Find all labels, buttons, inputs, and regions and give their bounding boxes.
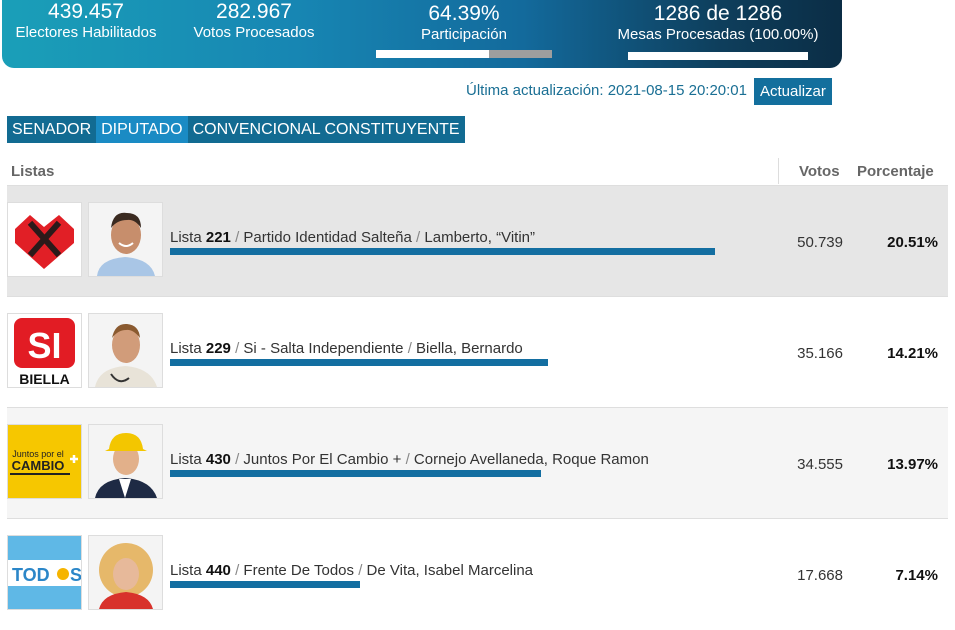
mesas-label: Mesas Procesadas (100.00%) <box>617 26 819 43</box>
participacion-progress-bar <box>376 50 552 58</box>
identidad-salteña-logo-icon <box>8 203 81 276</box>
tab-senador[interactable]: SENADOR <box>7 116 97 143</box>
candidate-portrait-icon <box>89 425 162 498</box>
party-name: Juntos Por El Cambio + <box>243 451 402 468</box>
header-porcentaje: Porcentaje <box>857 163 934 180</box>
candidate-portrait-icon <box>89 314 162 387</box>
frente-de-todos-logo-icon: TOD S <box>8 536 81 609</box>
table-row[interactable]: Juntos por el CAMBIO Lista 430 / Juntos … <box>7 407 948 519</box>
category-tabs: SENADOR DIPUTADO CONVENCIONAL CONSTITUYE… <box>7 116 465 143</box>
header-votos: Votos <box>799 163 840 180</box>
table-row[interactable]: SI BIELLA Lista 229 / Si - Salta Indepen… <box>7 296 948 408</box>
electores-value: 439.457 <box>48 0 124 23</box>
stat-electores: 439.457 Electores Habilitados <box>4 0 168 42</box>
separator: / <box>407 340 412 357</box>
logo-subtext: BIELLA <box>19 371 70 387</box>
vote-percent: 13.97% <box>887 456 938 473</box>
logo-subtext: CAMBIO <box>12 458 65 473</box>
table-row[interactable]: Lista 221 / Partido Identidad Salteña / … <box>7 185 948 297</box>
list-prefix: Lista <box>170 229 202 246</box>
table-row[interactable]: TOD S Lista 440 / Frente De Todos / De V… <box>7 518 948 630</box>
participacion-progress-fill <box>376 50 490 58</box>
mesas-progress-fill <box>628 52 808 60</box>
vote-percent: 7.14% <box>895 567 938 584</box>
si-biella-logo-icon: SI BIELLA <box>8 314 81 387</box>
tab-convencional-constituyente[interactable]: CONVENCIONAL CONSTITUYENTE <box>187 116 465 143</box>
party-logo <box>7 202 82 277</box>
header-listas: Listas <box>11 163 55 180</box>
separator: / <box>235 229 240 246</box>
list-description: Lista 440 / Frente De Todos / De Vita, I… <box>170 562 533 579</box>
separator: / <box>405 451 410 468</box>
list-prefix: Lista <box>170 562 202 579</box>
table-header: Listas Votos Porcentaje <box>7 158 948 184</box>
votos-value: 282.967 <box>216 0 292 23</box>
votos-label: Votos Procesados <box>193 24 315 41</box>
logo-text: SI <box>27 325 61 366</box>
list-description: Lista 229 / Si - Salta Independiente / B… <box>170 340 523 357</box>
list-number: 430 <box>205 451 231 468</box>
vote-percent: 14.21% <box>887 345 938 362</box>
candidate-photo <box>88 313 163 388</box>
header-divider <box>778 158 779 184</box>
participacion-value: 64.39% <box>428 2 500 25</box>
list-number: 440 <box>205 562 231 579</box>
party-logo: Juntos por el CAMBIO <box>7 424 82 499</box>
juntos-por-el-cambio-logo-icon: Juntos por el CAMBIO <box>8 425 81 498</box>
list-prefix: Lista <box>170 451 202 468</box>
separator: / <box>235 340 240 357</box>
party-name: Partido Identidad Salteña <box>243 229 412 246</box>
participacion-label: Participación <box>421 26 507 43</box>
mesas-value: 1286 de 1286 <box>653 2 783 25</box>
vote-share-bar <box>170 359 548 366</box>
stat-participacion: 64.39% Participación <box>376 2 552 58</box>
vote-percent: 20.51% <box>887 234 938 251</box>
last-update-text: Última actualización: 2021-08-15 20:20:0… <box>465 82 747 99</box>
mesas-progress-bar <box>628 52 808 60</box>
vote-share-bar <box>170 248 715 255</box>
list-number: 229 <box>205 340 231 357</box>
votes-count: 35.166 <box>797 345 843 362</box>
stat-mesas: 1286 de 1286 Mesas Procesadas (100.00%) <box>606 2 830 60</box>
candidate-portrait-icon <box>89 203 162 276</box>
candidate-portrait-icon <box>89 536 162 609</box>
separator: / <box>416 229 421 246</box>
candidate-name: De Vita, Isabel Marcelina <box>366 562 534 579</box>
tab-diputado[interactable]: DIPUTADO <box>96 116 188 143</box>
votes-count: 34.555 <box>797 456 843 473</box>
vote-share-bar <box>170 470 541 477</box>
votes-count: 50.739 <box>797 234 843 251</box>
logo-subtext: S <box>70 565 81 585</box>
party-name: Si - Salta Independiente <box>243 340 404 357</box>
party-logo: SI BIELLA <box>7 313 82 388</box>
separator: / <box>358 562 363 579</box>
candidate-photo <box>88 424 163 499</box>
logo-text: TOD <box>12 565 50 585</box>
party-name: Frente De Todos <box>243 562 355 579</box>
list-description: Lista 221 / Partido Identidad Salteña / … <box>170 229 535 246</box>
separator: / <box>235 562 240 579</box>
stat-votos: 282.967 Votos Procesados <box>186 0 322 42</box>
electores-label: Electores Habilitados <box>15 24 157 41</box>
stats-banner: 439.457 Electores Habilitados 282.967 Vo… <box>2 0 842 68</box>
separator: / <box>235 451 240 468</box>
refresh-button[interactable]: Actualizar <box>754 78 832 105</box>
list-description: Lista 430 / Juntos Por El Cambio + / Cor… <box>170 451 649 468</box>
candidate-photo <box>88 202 163 277</box>
votes-count: 17.668 <box>797 567 843 584</box>
candidate-name: Lamberto, “Vitin” <box>424 229 535 246</box>
list-number: 221 <box>205 229 231 246</box>
list-prefix: Lista <box>170 340 202 357</box>
candidate-name: Biella, Bernardo <box>416 340 523 357</box>
candidate-name: Cornejo Avellaneda, Roque Ramon <box>413 451 649 468</box>
vote-share-bar <box>170 581 360 588</box>
